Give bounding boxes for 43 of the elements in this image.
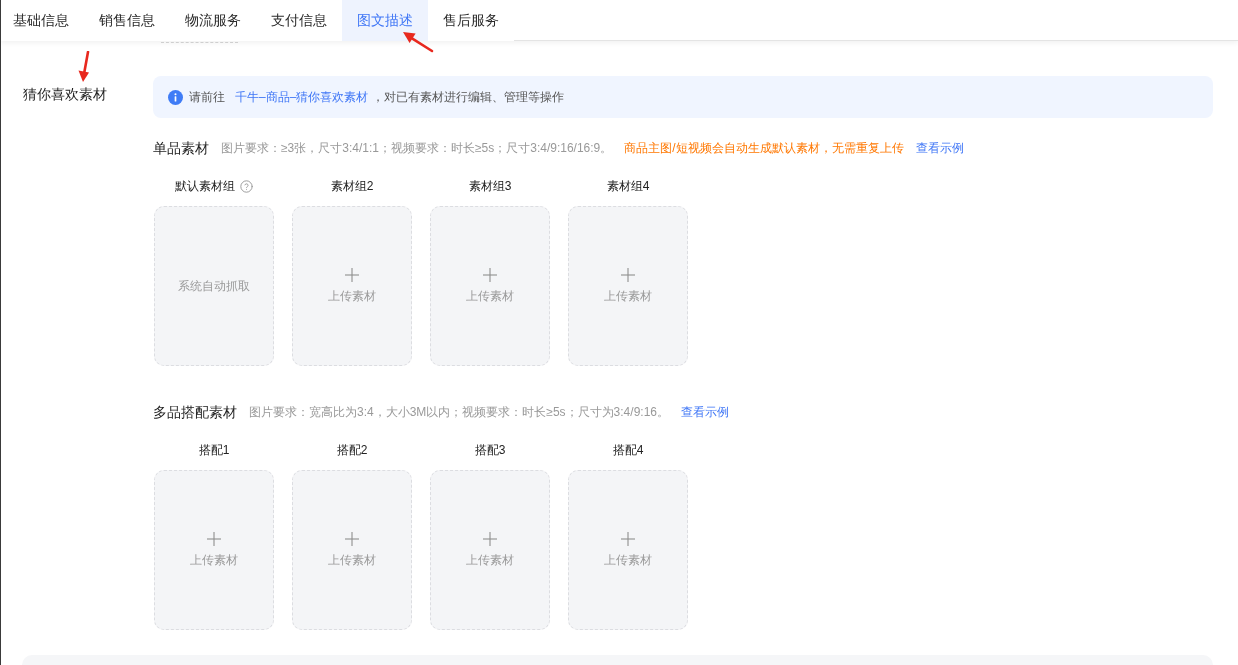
tab[interactable]: 支付信息 <box>256 0 342 41</box>
plus-icon <box>207 532 221 546</box>
example-link[interactable]: 查看示例 <box>681 404 729 420</box>
tab[interactable]: 物流服务 <box>170 0 256 41</box>
slot-label: 素材组3 <box>468 178 512 194</box>
highlight-text: 商品主图/短视频会自动生成默认素材，无需重复上传 <box>624 140 904 156</box>
upload-button[interactable]: 上传素材 <box>430 470 550 630</box>
tab[interactable]: 售后服务 <box>428 0 514 41</box>
plus-icon <box>483 268 497 282</box>
example-link[interactable]: 查看示例 <box>915 140 964 156</box>
plus-icon <box>621 268 635 282</box>
plus-icon <box>345 268 359 282</box>
slot-label: 默认素材组 <box>175 178 235 194</box>
help-icon[interactable] <box>240 179 253 193</box>
tab[interactable]: 图文描述 <box>342 0 428 41</box>
plus-icon <box>621 532 635 546</box>
upload-button[interactable]: 上传素材 <box>154 470 274 630</box>
group-title: 多品搭配素材 <box>153 403 237 421</box>
section-label: 猜你喜欢素材 <box>23 86 107 102</box>
tab[interactable]: 销售信息 <box>84 0 170 41</box>
upload-button[interactable]: 上传素材 <box>568 470 688 630</box>
upload-button[interactable]: 上传素材 <box>568 206 688 366</box>
plus-icon <box>483 532 497 546</box>
arrow-icon <box>401 30 434 53</box>
slot-label: 搭配3 <box>474 442 506 458</box>
info-icon <box>168 89 183 105</box>
arrow-icon <box>76 51 91 83</box>
slot-label: 搭配2 <box>336 442 368 458</box>
slot-label: 素材组4 <box>606 178 650 194</box>
upload-button[interactable]: 上传素材 <box>430 206 550 366</box>
notice-link[interactable]: 千牛–商品–猜你喜欢素材 <box>235 90 369 104</box>
notice-text: 请前往 千牛–商品–猜你喜欢素材 ，对已有素材进行编辑、管理等操作 <box>189 89 565 105</box>
auto-capture-text: 系统自动抓取 <box>178 278 250 294</box>
upload-button[interactable]: 上传素材 <box>292 206 412 366</box>
slot-label: 搭配4 <box>612 442 644 458</box>
requirements-text: 图片要求：宽高比为3:4，大小3M以内；视频要求：时长≥5s；尺寸为3:4/9:16。 <box>249 404 669 420</box>
plus-icon <box>345 532 359 546</box>
requirements-text: 图片要求：≥3张，尺寸3:4/1:1；视频要求：时长≥5s；尺寸3:4/9:16/16:9。 <box>221 140 613 156</box>
slot-label: 素材组2 <box>330 178 374 194</box>
group-title: 单品素材 <box>153 139 209 157</box>
slot-label: 搭配1 <box>198 442 230 458</box>
upload-button[interactable]: 上传素材 <box>292 470 412 630</box>
tab[interactable]: 基础信息 <box>1 0 84 41</box>
